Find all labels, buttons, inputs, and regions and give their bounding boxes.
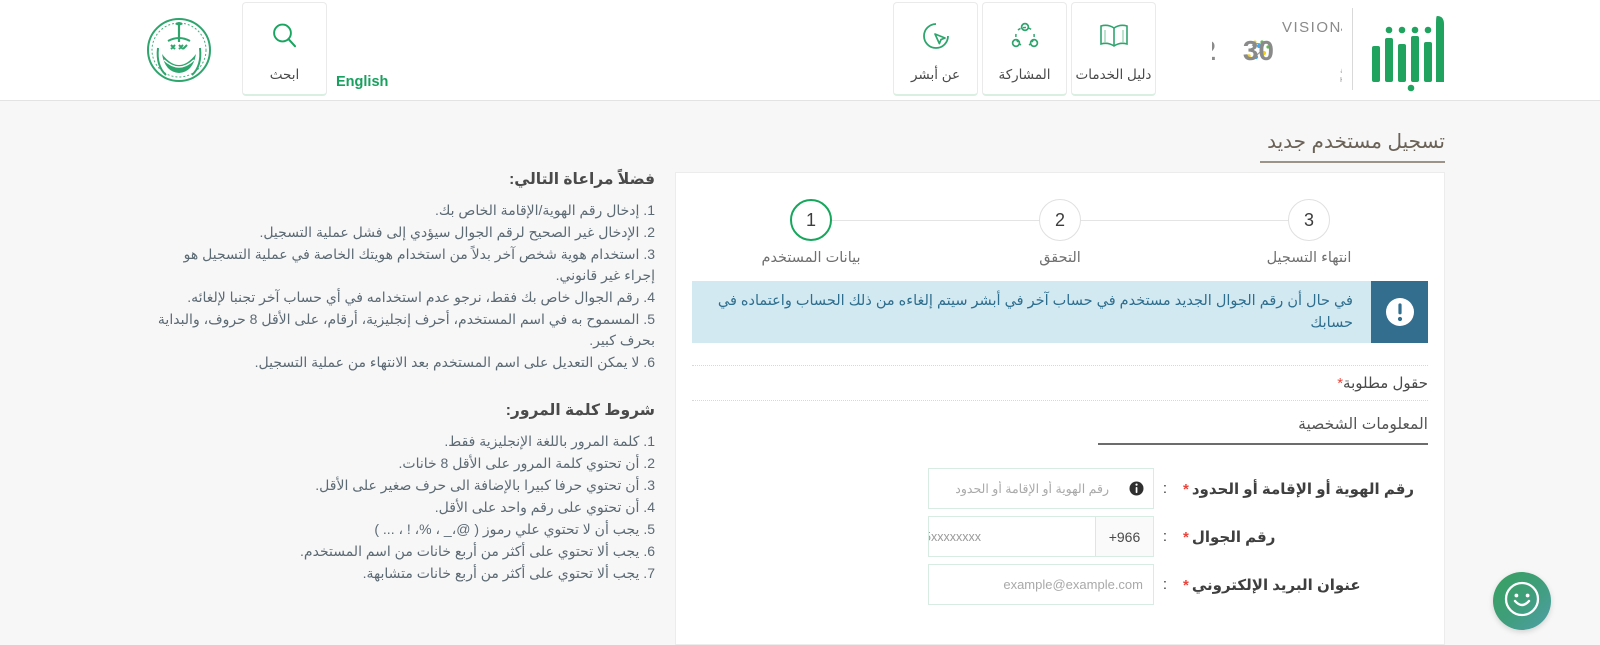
required-asterisk: * — [1183, 528, 1189, 546]
step-label: بيانات المستخدم — [761, 250, 861, 266]
email-input-shell[interactable] — [928, 564, 1154, 605]
search-icon — [270, 15, 300, 57]
list-item: 3. أن تحتوي حرفا كبيرا بالإضافة الى حرف … — [315, 477, 655, 493]
nav-tile-label: عن أبشر — [910, 66, 961, 82]
list-item: 2. الإدخال غير الصحيح لرقم الجوال سيؤدي … — [259, 224, 655, 240]
vision-2030-logo: رؤيــــة VISION 2 30 المملكة العربية الس… — [1200, 16, 1448, 86]
label-colon: : — [1162, 576, 1168, 593]
svg-text:30: 30 — [1243, 35, 1274, 66]
feedback-button[interactable] — [1493, 572, 1551, 630]
list-item: 4. أن تحتوي على رقم واحد على الأقل. — [434, 499, 655, 515]
list-item: 4. رقم الجوال خاص بك فقط، نرجو عدم استخد… — [187, 289, 655, 305]
about-cursor-icon — [920, 15, 952, 57]
national-id-input[interactable] — [929, 469, 1119, 508]
notes-block-password: شروط كلمة المرور: 1. كلمة المرور باللغة … — [150, 401, 655, 584]
form-row-email: عنوان البريد الإلكتروني* : — [692, 561, 1428, 608]
smiley-face-icon — [1501, 578, 1543, 625]
search-tile[interactable]: ابحث — [242, 2, 327, 96]
notes-block-general: فضلاً مراعاة التالي: 1. إدخال رقم الهوية… — [150, 170, 655, 373]
required-fields-label: حقول مطلوبة — [1343, 375, 1428, 392]
list-item: 7. يجب ألا تحتوي على أكثر من أربع خانات … — [362, 565, 655, 581]
language-switch-link[interactable]: English — [336, 74, 388, 90]
header-divider — [1352, 8, 1353, 90]
list-item: 6. يجب ألا تحتوي على أكثر من أربع خانات … — [300, 543, 655, 559]
mobile-number-label: رقم الجوال* — [1176, 528, 1428, 546]
step-1-user-data[interactable]: 1 بيانات المستخدم — [736, 195, 886, 266]
page-title-area: تسجيل مستخدم جديد — [0, 101, 1600, 163]
personal-information-section-header: المعلومات الشخصية — [692, 415, 1428, 449]
ministry-of-interior-emblem-icon — [144, 8, 214, 92]
page-title: تسجيل مستخدم جديد — [1267, 131, 1445, 153]
registration-stepper: 3 انتهاء التسجيل 2 التحقق 1 بيانات المست… — [736, 195, 1384, 273]
svg-text:VISION: VISION — [1282, 19, 1342, 36]
notes-list-password: 1. كلمة المرور باللغة الإنجليزية فقط. 2.… — [150, 431, 655, 584]
nav-tile-label: المشاركة — [998, 66, 1051, 82]
mobile-number-label-text: رقم الجوال — [1191, 528, 1276, 546]
site-header: ابحث English دليل الخدمات المشاركة عن أب… — [0, 0, 1600, 101]
required-asterisk: * — [1183, 480, 1189, 498]
step-2-verification[interactable]: 2 التحقق — [985, 195, 1135, 266]
list-item: 1. كلمة المرور باللغة الإنجليزية فقط. — [444, 433, 655, 449]
share-network-icon — [1008, 15, 1042, 57]
national-id-input-shell[interactable] — [928, 468, 1154, 509]
section-heading-underline — [1098, 443, 1428, 445]
list-item: 3. استخدام هوية شخص آخر بدلاً من استخدام… — [183, 246, 655, 283]
page-content: فضلاً مراعاة التالي: 1. إدخال رقم الهوية… — [0, 170, 1600, 645]
country-code-prefix: +966 — [1095, 517, 1153, 556]
search-tile-label: ابحث — [269, 66, 300, 82]
label-colon: : — [1162, 480, 1168, 497]
step-number: 1 — [790, 199, 832, 241]
national-id-label-text: رقم الهوية أو الإقامة أو الحدود — [1191, 480, 1415, 498]
mobile-number-input[interactable] — [929, 517, 1095, 556]
step-number: 2 — [1039, 199, 1081, 241]
svg-text:KINGDOM OF SAUDI ARABIA: KINGDOM OF SAUDI ARABIA — [1340, 75, 1342, 84]
email-input[interactable] — [929, 565, 1153, 604]
mobile-number-warning-alert: في حال أن رقم الجوال الجديد مستخدم في حس… — [692, 281, 1428, 343]
step-label: التحقق — [1039, 250, 1081, 266]
list-item: 6. لا يمكن التعديل على اسم المستخدم بعد … — [254, 354, 655, 370]
registration-form: رقم الهوية أو الإقامة أو الحدود* : رقم ا… — [692, 465, 1428, 608]
list-item: 1. إدخال رقم الهوية/الإقامة الخاص بك. — [434, 202, 655, 218]
header-nav-tiles: دليل الخدمات المشاركة عن أبشر — [893, 2, 1156, 96]
step-label: انتهاء التسجيل — [1266, 250, 1352, 266]
section-heading: المعلومات الشخصية — [1298, 416, 1428, 433]
nav-tile-services-guide[interactable]: دليل الخدمات — [1071, 2, 1156, 96]
required-asterisk: * — [1183, 576, 1189, 594]
form-row-national-id: رقم الهوية أو الإقامة أو الحدود* : — [692, 465, 1428, 512]
email-label: عنوان البريد الإلكتروني* — [1176, 576, 1428, 594]
label-colon: : — [1162, 528, 1168, 545]
notes-heading-password: شروط كلمة المرور: — [505, 402, 655, 419]
list-item: 2. أن تحتوي كلمة المرور على الأقل 8 خانا… — [398, 455, 656, 471]
registration-card: 3 انتهاء التسجيل 2 التحقق 1 بيانات المست… — [675, 172, 1445, 645]
exclamation-circle-icon — [1371, 281, 1428, 343]
alert-message: في حال أن رقم الجوال الجديد مستخدم في حس… — [717, 292, 1353, 331]
form-row-mobile-number: رقم الجوال* : +966 — [692, 513, 1428, 560]
nav-tile-label: دليل الخدمات — [1075, 66, 1152, 82]
required-fields-note: حقول مطلوبة* — [692, 365, 1428, 401]
national-id-label: رقم الهوية أو الإقامة أو الحدود* — [1176, 480, 1428, 498]
mobile-number-input-shell[interactable]: +966 — [928, 516, 1154, 557]
list-item: 5. يجب أن لا تحتوي علي رموز ( @،_ ، %، !… — [374, 521, 655, 537]
step-number: 3 — [1288, 199, 1330, 241]
page-title-underline — [1260, 161, 1445, 163]
list-item: 5. المسموح به في اسم المستخدم، أحرف إنجل… — [157, 311, 655, 348]
email-label-text: عنوان البريد الإلكتروني — [1191, 576, 1361, 594]
info-circle-icon[interactable] — [1119, 469, 1153, 508]
notes-heading-general: فضلاً مراعاة التالي: — [509, 171, 655, 188]
nav-tile-about-absher[interactable]: عن أبشر — [893, 2, 978, 96]
svg-text:2: 2 — [1212, 35, 1216, 66]
notes-list-general: 1. إدخال رقم الهوية/الإقامة الخاص بك. 2.… — [150, 200, 655, 373]
nav-tile-participation[interactable]: المشاركة — [982, 2, 1067, 96]
open-book-icon — [1097, 15, 1131, 57]
step-3-finish[interactable]: 3 انتهاء التسجيل — [1234, 195, 1384, 266]
absher-logo-icon — [1366, 8, 1458, 92]
notes-column: فضلاً مراعاة التالي: 1. إدخال رقم الهوية… — [150, 170, 655, 585]
